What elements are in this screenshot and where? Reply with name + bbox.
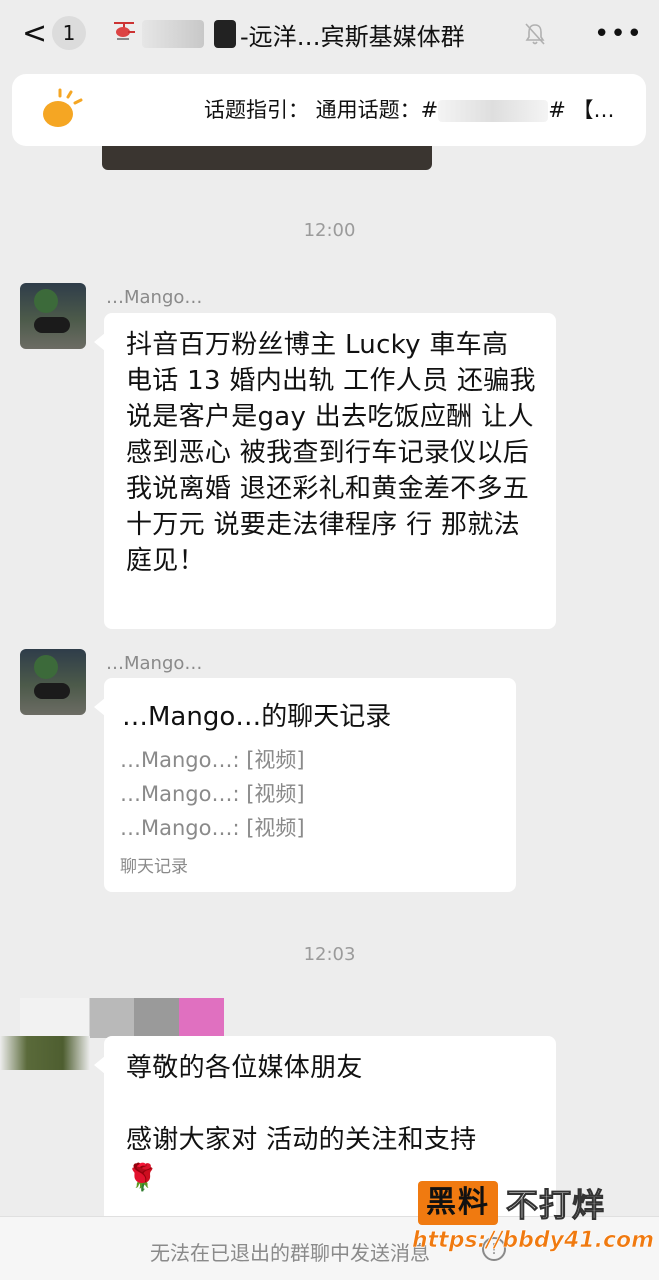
watermark-logo-text: 不打烊 (505, 1186, 606, 1225)
pinned-topic-banner[interactable]: 话题指引： 通用话题：# # 【… (12, 74, 646, 146)
chat-record-line: …Mango…: [视频] (120, 782, 305, 806)
sender-name: …Mango… (106, 653, 203, 674)
message-bubble[interactable]: 抖音百万粉丝博主 Lucky 車车高 电话 13 婚内出轨 工作人员 还骗我说是… (94, 313, 556, 629)
title-redaction-dark (214, 20, 236, 48)
group-title: -远洋…宾斯基媒体群 (112, 14, 512, 54)
previous-image-message[interactable] (102, 146, 432, 170)
sender-redaction (20, 998, 224, 1038)
message-text: 尊敬的各位媒体朋友 (126, 1053, 363, 1083)
avatar[interactable] (20, 283, 86, 349)
lightbulb-icon (38, 88, 86, 132)
chat-record-card[interactable]: …Mango…的聊天记录 …Mango…: [视频] …Mango…: [视频]… (94, 678, 516, 892)
chat-header: < 1 -远洋…宾斯基媒体群 ••• (0, 0, 659, 68)
bell-slash-icon (524, 22, 546, 46)
watermark-logo: 黑料 不打烊 (418, 1180, 638, 1226)
more-options-icon[interactable]: ••• (594, 16, 642, 52)
sender-name: …Mango… (106, 287, 203, 308)
group-title-text: -远洋…宾斯基媒体群 (240, 22, 465, 51)
disabled-notice: 无法在已退出的群聊中发送消息 (150, 1241, 430, 1265)
chat-record-footer: 聊天记录 (120, 857, 188, 877)
helicopter-icon (112, 20, 136, 48)
back-arrow-icon[interactable]: < (22, 16, 50, 52)
title-redaction (142, 20, 204, 48)
pinned-topic-text: 话题指引： 通用话题：# # 【… (204, 98, 615, 122)
chat-record-line: …Mango…: [视频] (120, 748, 305, 772)
avatar-redaction (0, 1036, 90, 1070)
unread-count-badge[interactable]: 1 (52, 16, 86, 50)
message-text: 抖音百万粉丝博主 Lucky 車车高 电话 13 婚内出轨 工作人员 还骗我说是… (126, 330, 536, 576)
watermark-logo-box: 黑料 (418, 1181, 498, 1225)
watermark-url: https://bbdy41.com (412, 1228, 655, 1254)
chat-record-title: …Mango…的聊天记录 (122, 702, 392, 732)
message-timestamp: 12:03 (303, 944, 356, 965)
message-timestamp: 12:00 (303, 220, 356, 241)
chat-record-line: …Mango…: [视频] (120, 816, 305, 840)
avatar[interactable] (20, 649, 86, 715)
message-text: 感谢大家对 活动的关注和支持 (126, 1125, 477, 1155)
topic-redaction (438, 100, 549, 122)
